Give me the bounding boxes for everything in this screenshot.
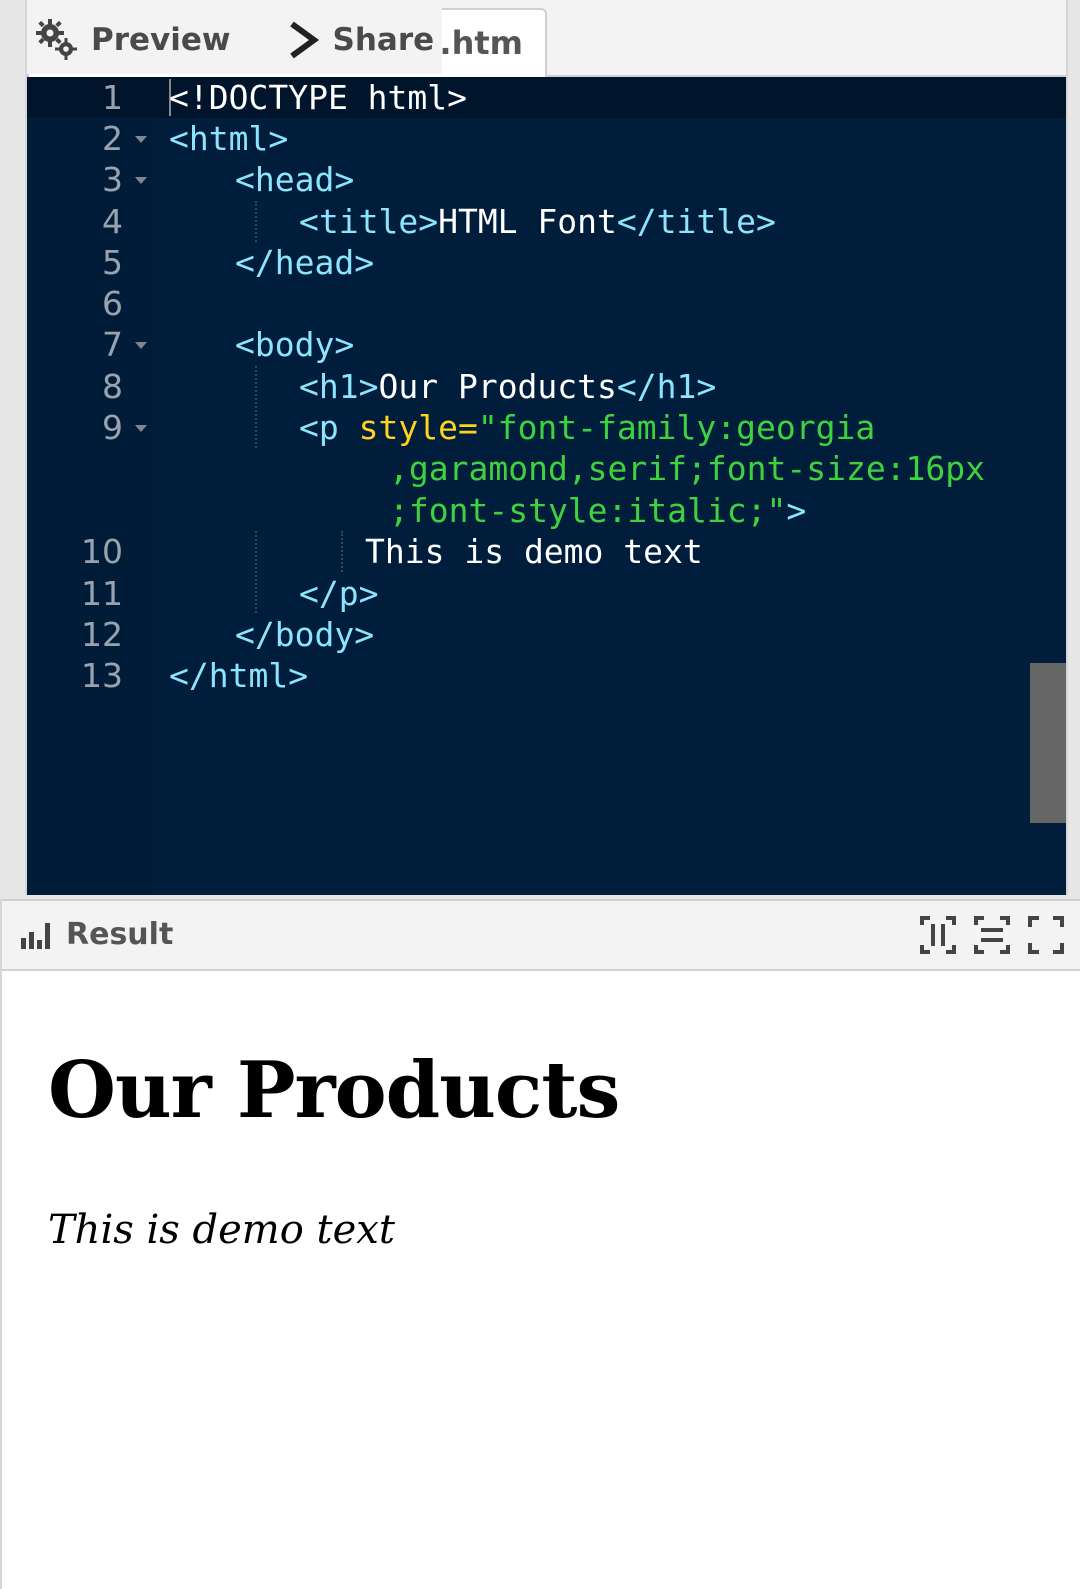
preview-paragraph: This is demo text	[48, 1207, 395, 1253]
result-header: Result	[2, 899, 1080, 971]
line-number: 12	[81, 615, 123, 654]
line-number: 2	[102, 119, 123, 158]
code-token: <html>	[169, 119, 289, 158]
editor-toolbar: Preview Share	[27, 6, 442, 74]
fold-toggle[interactable]	[135, 136, 147, 143]
code-token: This is demo text	[365, 532, 703, 571]
editor-pane: .htm Preview Share 1 2 3 4 5 6 7 8 9 10 …	[25, 0, 1068, 895]
line-number: 1	[102, 78, 123, 117]
code-line: This is demo text	[365, 531, 703, 572]
code-line: <title>HTML Font</title>	[299, 201, 776, 242]
code-token: ,garamond,serif;font-size:16px	[389, 449, 986, 488]
code-line: <!DOCTYPE html>	[169, 77, 467, 118]
line-number: 6	[102, 284, 123, 323]
indent-guide	[341, 531, 343, 572]
preview-button[interactable]: Preview	[27, 6, 239, 74]
code-token: <!DOCTYPE html>	[169, 78, 468, 117]
code-token: <title>	[299, 202, 439, 241]
code-line: <h1>Our Products</h1>	[299, 366, 716, 407]
code-line: <body>	[235, 324, 354, 365]
code-token: </body>	[235, 615, 375, 654]
code-editor[interactable]: 1 2 3 4 5 6 7 8 9 10 11 12 13 <!DOCTYPE …	[27, 77, 1066, 895]
code-line: </html>	[169, 655, 308, 696]
editor-app: .htm Preview Share 1 2 3 4 5 6 7 8 9 10 …	[0, 0, 1080, 1589]
code-token: <h1>	[299, 367, 379, 406]
code-line: <head>	[235, 159, 354, 200]
code-line: ;font-style:italic;">	[389, 490, 806, 531]
tab-strip: .htm Preview Share	[27, 0, 1066, 78]
code-token: <body>	[235, 325, 355, 364]
result-pane: Result Our Products This is demo text	[0, 899, 1080, 1589]
code-line: </body>	[235, 614, 374, 655]
split-horizontal-icon[interactable]	[972, 915, 1012, 955]
result-preview: Our Products This is demo text	[2, 971, 1080, 1589]
indent-guide	[255, 366, 257, 448]
code-line: ,garamond,serif;font-size:16px	[389, 448, 985, 489]
code-token: ;font-style:italic;"	[389, 491, 787, 530]
code-token: </html>	[169, 656, 309, 695]
code-token: "font-family:georgia	[477, 408, 876, 447]
code-token: </p>	[299, 574, 379, 613]
indent-guide	[255, 201, 257, 242]
result-label: Result	[66, 917, 174, 952]
line-number: 4	[102, 202, 123, 241]
share-label: Share	[332, 22, 435, 58]
fold-toggle[interactable]	[135, 425, 147, 432]
code-line: </head>	[235, 242, 374, 283]
bar-chart-icon	[21, 922, 50, 949]
line-number: 5	[102, 243, 123, 282]
line-number: 10	[81, 532, 123, 571]
fullscreen-icon[interactable]	[1026, 915, 1066, 955]
result-title: Result	[20, 917, 173, 952]
line-number: 9	[102, 408, 123, 447]
code-line: <html>	[169, 118, 288, 159]
code-token: style=	[358, 408, 478, 447]
chevron-right-icon	[289, 21, 319, 59]
code-token: Our Products	[378, 367, 617, 406]
line-number: 13	[81, 656, 123, 695]
fold-toggle[interactable]	[135, 177, 147, 184]
indent-guide	[255, 531, 257, 613]
line-number: 8	[102, 367, 123, 406]
line-number: 11	[81, 574, 123, 613]
gear-icon	[36, 19, 77, 60]
code-line: <p style="font-family:georgia	[299, 407, 875, 448]
file-tab-name: .htm	[439, 24, 523, 62]
code-token: >	[786, 491, 807, 530]
code-token: <head>	[235, 160, 355, 199]
fold-toggle[interactable]	[135, 342, 147, 349]
share-button[interactable]: Share	[279, 6, 443, 74]
preview-label: Preview	[91, 22, 231, 58]
line-number: 3	[102, 160, 123, 199]
code-line: </p>	[299, 573, 378, 614]
editor-scrollbar-thumb[interactable]	[1030, 663, 1066, 823]
code-token: </title>	[616, 202, 776, 241]
preview-heading: Our Products	[48, 1045, 620, 1136]
code-token: HTML Font	[438, 202, 617, 241]
code-token: <p	[299, 408, 359, 447]
line-number: 7	[102, 325, 123, 364]
split-vertical-icon[interactable]	[918, 915, 958, 955]
code-token: </h1>	[616, 367, 717, 406]
code-token: </head>	[235, 243, 375, 282]
result-actions	[904, 915, 1066, 955]
